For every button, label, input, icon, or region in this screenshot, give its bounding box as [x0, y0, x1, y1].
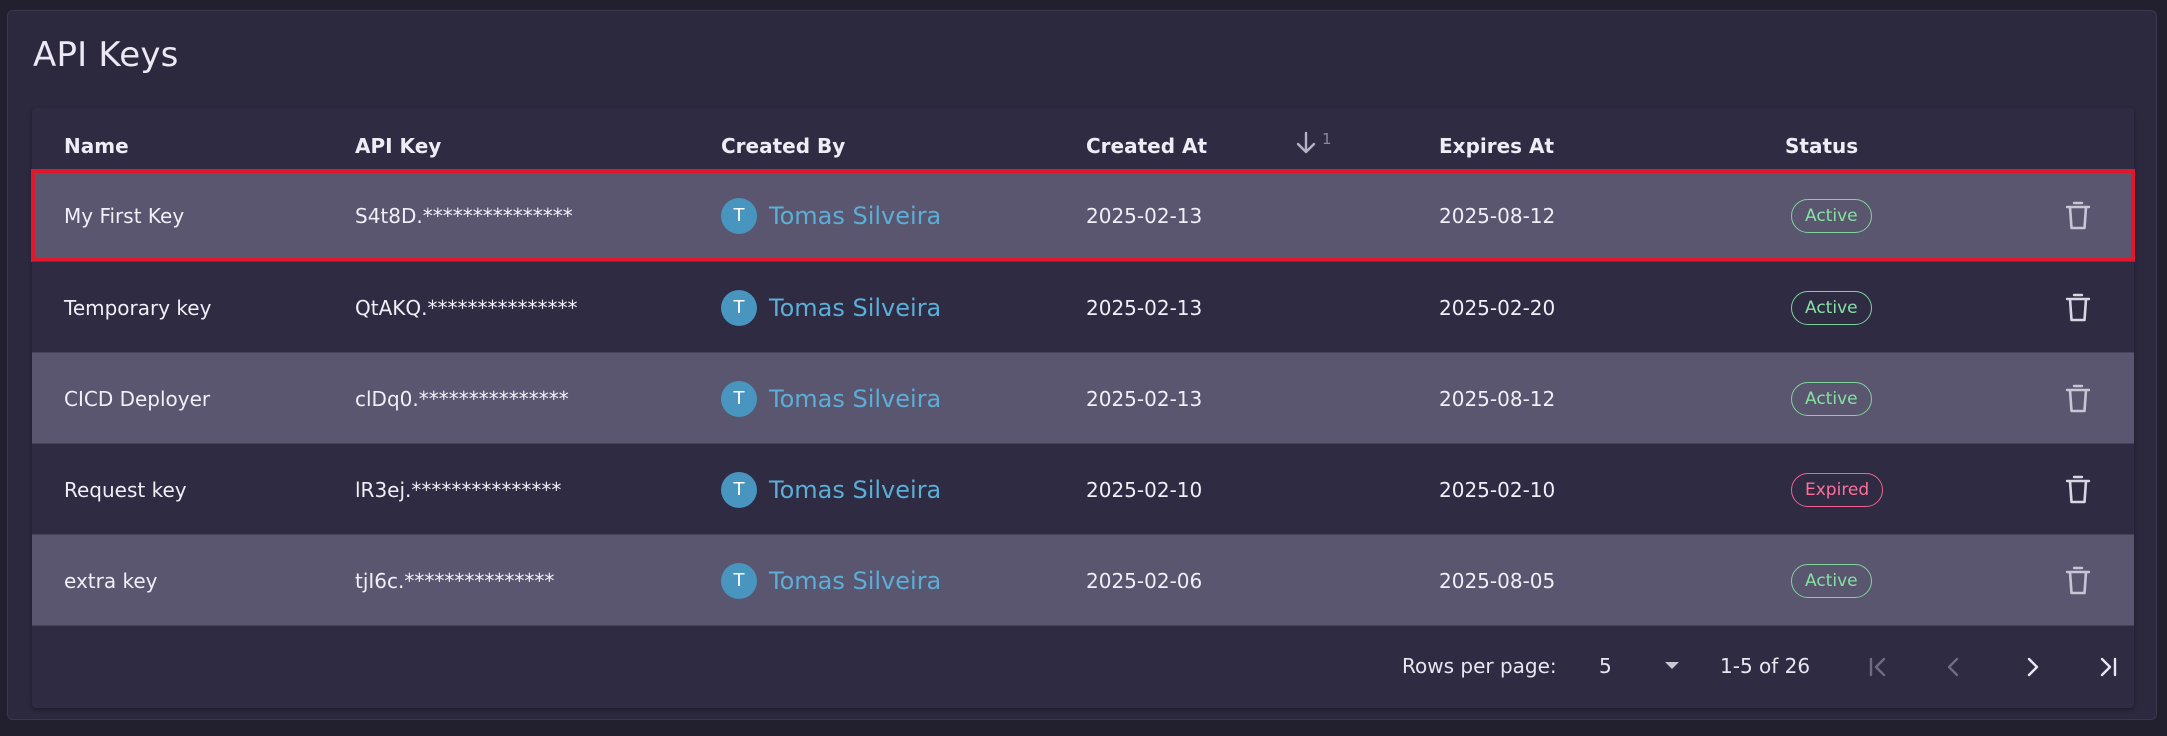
expires-at-date: 2025-08-05 — [1439, 568, 1556, 593]
pagination-range: 1-5 of 26 — [1720, 654, 1811, 678]
status-badge: Active — [1791, 381, 1872, 416]
avatar: T — [721, 380, 757, 417]
table-row[interactable]: CICD Deployer clDq0.*************** T Tomas… — [32, 352, 2134, 443]
column-header-status[interactable]: Status — [1785, 134, 1858, 158]
sort-priority: 1 — [1322, 130, 1332, 148]
api-key-value: tjI6c.*************** — [355, 568, 555, 593]
delete-button[interactable] — [2065, 170, 2091, 261]
delete-button[interactable] — [2065, 353, 2091, 444]
rows-per-page-select[interactable]: 5 — [1599, 648, 1699, 684]
previous-page-button[interactable] — [1934, 647, 1974, 687]
delete-button[interactable] — [2065, 262, 2091, 353]
created-at-date: 2025-02-10 — [1086, 477, 1203, 502]
column-header-created-by[interactable]: Created By — [721, 134, 845, 158]
api-key-value: QtAKQ.*************** — [355, 295, 578, 320]
created-by-user: T Tomas Silveira — [721, 262, 941, 353]
sort-indicator[interactable]: 1 — [1294, 130, 1332, 156]
key-name: Request key — [64, 477, 187, 502]
avatar: T — [721, 562, 757, 599]
column-header-expires-at[interactable]: Expires At — [1439, 134, 1554, 158]
table-header: Name API Key Created By Created At 1 Exp… — [32, 108, 2134, 170]
trash-icon — [2065, 201, 2091, 231]
key-name: extra key — [64, 568, 158, 593]
rows-per-page-label: Rows per page: — [1402, 654, 1557, 678]
column-header-created-at[interactable]: Created At — [1086, 134, 1207, 158]
page-title: API Keys — [33, 35, 179, 75]
arrow-down-icon — [1296, 131, 1316, 154]
expires-at-date: 2025-08-12 — [1439, 203, 1556, 228]
created-by-user: T Tomas Silveira — [721, 444, 941, 535]
created-at-date: 2025-02-13 — [1086, 203, 1203, 228]
created-by-user: T Tomas Silveira — [721, 353, 941, 444]
trash-icon — [2065, 475, 2091, 505]
api-key-value: S4t8D.*************** — [355, 203, 573, 228]
table-pagination: Rows per page: 5 1-5 of 26 — [32, 625, 2134, 708]
delete-button[interactable] — [2065, 535, 2091, 626]
table-row[interactable]: Request key lR3ej.*************** T Tomas S… — [32, 443, 2134, 534]
delete-button[interactable] — [2065, 444, 2091, 535]
expires-at-date: 2025-02-10 — [1439, 477, 1556, 502]
caret-down-icon — [1665, 662, 1679, 669]
status-badge: Expired — [1791, 472, 1884, 507]
chevron-right-icon — [2027, 657, 2039, 677]
first-page-icon — [1869, 657, 1886, 677]
trash-icon — [2065, 293, 2091, 323]
user-link[interactable]: Tomas Silveira — [769, 476, 941, 504]
key-name: CICD Deployer — [64, 386, 211, 411]
table-row[interactable]: My First Key S4t8D.*************** T Tomas … — [31, 169, 2135, 262]
api-keys-table: Name API Key Created By Created At 1 Exp… — [31, 108, 2135, 708]
last-page-button[interactable] — [2088, 647, 2128, 687]
created-at-date: 2025-02-13 — [1086, 295, 1203, 320]
column-header-api-key[interactable]: API Key — [355, 134, 441, 158]
created-at-date: 2025-02-13 — [1086, 386, 1203, 411]
trash-icon — [2065, 566, 2091, 596]
status-cell: Active — [1791, 262, 1872, 353]
user-link[interactable]: Tomas Silveira — [769, 567, 941, 595]
status-badge: Active — [1791, 563, 1872, 598]
avatar: T — [721, 471, 757, 508]
table-row[interactable]: extra key tjI6c.*************** T Tomas Sil… — [32, 534, 2134, 625]
api-keys-card: API Keys Name API Key Created By Created… — [7, 10, 2157, 720]
last-page-icon — [2100, 657, 2117, 677]
created-by-user: T Tomas Silveira — [721, 535, 941, 626]
created-at-date: 2025-02-06 — [1086, 568, 1203, 593]
rows-per-page-value: 5 — [1599, 654, 1612, 678]
table-row[interactable]: Temporary key QtAKQ.*************** T Tomas… — [32, 261, 2134, 352]
user-link[interactable]: Tomas Silveira — [769, 202, 941, 230]
status-cell: Active — [1791, 170, 1872, 261]
first-page-button[interactable] — [1858, 647, 1898, 687]
expires-at-date: 2025-02-20 — [1439, 295, 1556, 320]
avatar: T — [721, 289, 757, 326]
api-key-value: clDq0.*************** — [355, 386, 569, 411]
api-key-value: lR3ej.*************** — [355, 477, 562, 502]
trash-icon — [2065, 384, 2091, 414]
expires-at-date: 2025-08-12 — [1439, 386, 1556, 411]
created-by-user: T Tomas Silveira — [721, 170, 941, 261]
next-page-button[interactable] — [2012, 647, 2052, 687]
key-name: My First Key — [64, 203, 185, 228]
chevron-left-icon — [1947, 657, 1959, 677]
status-cell: Active — [1791, 353, 1872, 444]
key-name: Temporary key — [64, 295, 212, 320]
status-badge: Active — [1791, 290, 1872, 325]
user-link[interactable]: Tomas Silveira — [769, 294, 941, 322]
status-cell: Expired — [1791, 444, 1884, 535]
avatar: T — [721, 197, 757, 234]
user-link[interactable]: Tomas Silveira — [769, 385, 941, 413]
status-cell: Active — [1791, 535, 1872, 626]
column-header-name[interactable]: Name — [64, 134, 129, 158]
status-badge: Active — [1791, 198, 1872, 233]
